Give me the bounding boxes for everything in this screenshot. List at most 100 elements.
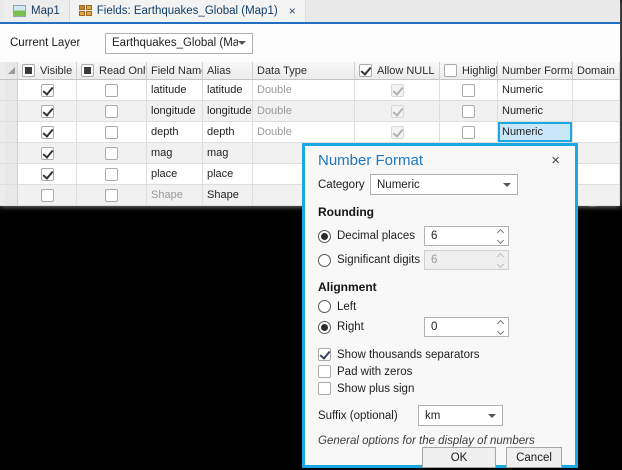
- highlight-checkbox[interactable]: [462, 105, 475, 118]
- data-type-cell[interactable]: Double: [253, 101, 355, 122]
- ok-button[interactable]: OK: [422, 447, 496, 468]
- cancel-button[interactable]: Cancel: [506, 447, 562, 468]
- read-only-checkbox[interactable]: [105, 84, 118, 97]
- col-header-allow-null[interactable]: Allow NULL: [355, 62, 440, 80]
- domain-cell[interactable]: [573, 164, 620, 185]
- highlight-header-checkbox[interactable]: [444, 64, 457, 77]
- dialog-close-icon[interactable]: ×: [549, 153, 562, 168]
- align-right-radio[interactable]: [318, 321, 331, 334]
- decimal-places-radio[interactable]: [318, 230, 331, 243]
- col-header-domain[interactable]: Domain: [573, 62, 620, 80]
- col-header-field-name[interactable]: Field Name: [147, 62, 203, 80]
- field-name-cell[interactable]: Shape: [147, 185, 203, 206]
- spinner-down-icon[interactable]: [497, 236, 504, 243]
- number-format-cell[interactable]: Numeric: [498, 101, 573, 122]
- read-only-checkbox[interactable]: [105, 126, 118, 139]
- dialog-title: Number Format: [318, 152, 549, 169]
- alias-cell[interactable]: latitude: [203, 80, 253, 101]
- category-dropdown[interactable]: Numeric: [370, 174, 518, 195]
- select-all-corner[interactable]: [5, 62, 18, 80]
- suffix-dropdown[interactable]: km: [418, 405, 503, 426]
- col-header-visible[interactable]: Visible: [18, 62, 77, 80]
- visible-checkbox[interactable]: [41, 105, 54, 118]
- right-padding-value: 0: [425, 321, 493, 333]
- spinner-down-icon[interactable]: [497, 327, 504, 334]
- current-layer-value: Earthquakes_Global (Map1): [112, 37, 238, 49]
- alignment-heading: Alignment: [318, 280, 562, 294]
- row-selector[interactable]: [5, 101, 18, 122]
- field-name-cell[interactable]: longitude: [147, 101, 203, 122]
- visible-checkbox[interactable]: [41, 147, 54, 160]
- chevron-down-icon: [238, 41, 246, 45]
- alias-cell[interactable]: depth: [203, 122, 253, 143]
- alias-cell[interactable]: mag: [203, 143, 253, 164]
- show-thousands-checkbox[interactable]: [318, 348, 331, 361]
- row-selector[interactable]: [5, 80, 18, 101]
- spinner-up-icon[interactable]: [497, 319, 504, 326]
- screenshot-stage: Map1 Fields: Earthquakes_Global (Map1) ×…: [0, 0, 622, 470]
- map-icon: [13, 5, 26, 17]
- read-only-header-checkbox[interactable]: [81, 64, 94, 77]
- tab-map1[interactable]: Map1: [4, 0, 70, 22]
- highlight-checkbox[interactable]: [462, 126, 475, 139]
- visible-checkbox[interactable]: [41, 84, 54, 97]
- visible-checkbox[interactable]: [41, 189, 54, 202]
- row-selector[interactable]: [5, 185, 18, 206]
- current-layer-label: Current Layer: [10, 37, 105, 49]
- alias-cell[interactable]: Shape: [203, 185, 253, 206]
- pad-with-zeros-checkbox[interactable]: [318, 365, 331, 378]
- alias-cell[interactable]: place: [203, 164, 253, 185]
- field-name-cell[interactable]: mag: [147, 143, 203, 164]
- domain-cell[interactable]: [573, 80, 620, 101]
- col-header-number-format[interactable]: Number Format: [498, 62, 573, 80]
- read-only-checkbox[interactable]: [105, 147, 118, 160]
- align-left-radio[interactable]: [318, 300, 331, 313]
- col-header-alias[interactable]: Alias: [203, 62, 253, 80]
- col-header-data-type[interactable]: Data Type: [253, 62, 355, 80]
- field-name-cell[interactable]: depth: [147, 122, 203, 143]
- col-header-highlight[interactable]: Highlight: [440, 62, 498, 80]
- decimal-places-value: 6: [425, 230, 493, 242]
- domain-cell[interactable]: [573, 122, 620, 143]
- read-only-checkbox[interactable]: [105, 168, 118, 181]
- data-type-cell[interactable]: Double: [253, 122, 355, 143]
- corner-triangle-icon: [8, 67, 15, 74]
- field-name-cell[interactable]: place: [147, 164, 203, 185]
- row-selector[interactable]: [5, 122, 18, 143]
- number-format-cell-selected[interactable]: Numeric: [498, 122, 573, 143]
- dialog-note: General options for the display of numbe…: [318, 435, 562, 447]
- row-selector[interactable]: [5, 143, 18, 164]
- show-thousands-label: Show thousands separators: [337, 349, 480, 361]
- decimal-places-label: Decimal places: [337, 230, 424, 242]
- row-selector[interactable]: [5, 164, 18, 185]
- visible-checkbox[interactable]: [41, 168, 54, 181]
- decimal-places-spinner[interactable]: 6: [424, 226, 509, 246]
- domain-cell[interactable]: [573, 185, 620, 206]
- right-padding-spinner[interactable]: 0: [424, 317, 509, 337]
- alias-cell[interactable]: longitude: [203, 101, 253, 122]
- significant-digits-radio[interactable]: [318, 254, 331, 267]
- fields-table-icon: [79, 5, 92, 17]
- data-type-cell[interactable]: Double: [253, 80, 355, 101]
- col-header-read-only[interactable]: Read Only: [77, 62, 147, 80]
- allow-null-header-label: Allow NULL: [377, 65, 434, 77]
- spinner-up-icon[interactable]: [497, 228, 504, 235]
- visible-checkbox[interactable]: [41, 126, 54, 139]
- significant-digits-label: Significant digits: [337, 254, 424, 266]
- domain-cell[interactable]: [573, 143, 620, 164]
- field-name-cell[interactable]: latitude: [147, 80, 203, 101]
- number-format-cell[interactable]: Numeric: [498, 80, 573, 101]
- category-value: Numeric: [377, 179, 503, 191]
- read-only-checkbox[interactable]: [105, 189, 118, 202]
- visible-header-checkbox[interactable]: [22, 64, 35, 77]
- current-layer-combobox[interactable]: Earthquakes_Global (Map1): [105, 33, 253, 54]
- allow-null-header-checkbox[interactable]: [359, 64, 372, 77]
- show-plus-sign-checkbox[interactable]: [318, 382, 331, 395]
- tab-fields-earthquakes[interactable]: Fields: Earthquakes_Global (Map1) ×: [70, 0, 306, 22]
- domain-cell[interactable]: [573, 101, 620, 122]
- highlight-checkbox[interactable]: [462, 84, 475, 97]
- read-only-checkbox[interactable]: [105, 105, 118, 118]
- significant-digits-spinner: 6: [424, 250, 509, 270]
- show-plus-sign-label: Show plus sign: [337, 383, 414, 395]
- tab-close-icon[interactable]: ×: [289, 5, 296, 17]
